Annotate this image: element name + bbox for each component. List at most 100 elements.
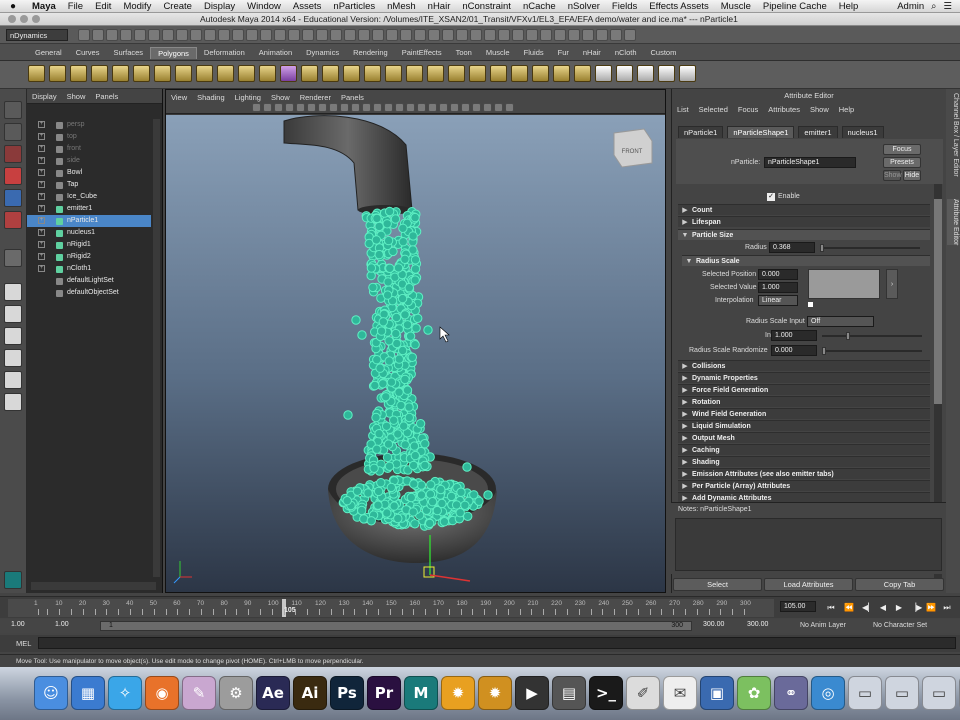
viewport-toolbar-icon[interactable] (362, 103, 371, 112)
viewport-toolbar-icon[interactable] (318, 103, 327, 112)
anim-layer-menu[interactable]: No Anim Layer (800, 622, 846, 629)
outliner-horizontal-scrollbar[interactable] (31, 582, 156, 590)
section-radius-scale[interactable]: ▼ Radius Scale (682, 255, 930, 266)
scene-view[interactable]: FRONT (166, 115, 665, 592)
shelf-tab-fur[interactable]: Fur (551, 47, 576, 59)
status-tool-icon[interactable] (218, 29, 230, 41)
outliner-item-tap[interactable]: + Tap (27, 179, 151, 191)
play-backward-icon[interactable]: ◀ (878, 603, 888, 612)
viewport-toolbar-icon[interactable] (439, 103, 448, 112)
shelf-polygon-tool-icon[interactable] (154, 65, 171, 82)
textedit-icon[interactable]: ✉ (663, 676, 697, 710)
status-tool-icon[interactable] (610, 29, 622, 41)
status-tool-icon[interactable] (372, 29, 384, 41)
shelf-polygon-tool-icon[interactable] (616, 65, 633, 82)
shelf-polygon-tool-icon[interactable] (28, 65, 45, 82)
expand-icon[interactable]: + (38, 181, 45, 188)
shelf-tab-rendering[interactable]: Rendering (346, 47, 395, 59)
viewport-toolbar-icon[interactable] (494, 103, 503, 112)
mel-label[interactable]: MEL (16, 639, 31, 648)
status-tool-icon[interactable] (232, 29, 244, 41)
status-tool-icon[interactable] (554, 29, 566, 41)
mac-menu-nhair[interactable]: nHair (422, 1, 457, 12)
status-tool-icon[interactable] (330, 29, 342, 41)
shelf-polygon-tool-icon[interactable] (280, 65, 297, 82)
rotate-tool-icon[interactable] (4, 189, 22, 207)
apple-icon[interactable]: ● (0, 1, 26, 12)
shelf-tab-polygons[interactable]: Polygons (150, 47, 197, 59)
node-tab-nparticleshape1[interactable]: nParticleShape1 (727, 126, 795, 138)
range-bar[interactable]: 1 300 (100, 621, 692, 631)
spotlight-icon[interactable]: ⌕ (931, 1, 936, 12)
node-tab-nucleus1[interactable]: nucleus1 (841, 126, 884, 138)
ae-menu-attributes[interactable]: Attributes (763, 105, 805, 114)
nuke-x-icon[interactable]: ✹ (478, 676, 512, 710)
layout-graph-icon[interactable] (4, 371, 22, 389)
shelf-polygon-tool-icon[interactable] (427, 65, 444, 82)
outliner-menu-panels[interactable]: Panels (90, 92, 123, 101)
status-tool-icon[interactable] (442, 29, 454, 41)
list-icon[interactable]: ☰ (943, 1, 952, 12)
radius-field[interactable]: 0.368 (769, 242, 815, 253)
select-tool-icon[interactable] (4, 101, 22, 119)
viewport-menu-panels[interactable]: Panels (336, 93, 369, 102)
status-tool-icon[interactable] (260, 29, 272, 41)
anim-end-field[interactable]: 300.00 (744, 620, 784, 631)
lasso-tool-icon[interactable] (4, 123, 22, 141)
status-tool-icon[interactable] (512, 29, 524, 41)
playback-end-field[interactable]: 300.00 (700, 620, 740, 631)
shelf-polygon-tool-icon[interactable] (301, 65, 318, 82)
ramp-expand-button[interactable]: › (886, 269, 898, 299)
shelf-polygon-tool-icon[interactable] (595, 65, 612, 82)
status-tool-icon[interactable] (540, 29, 552, 41)
section-wind-field-generation[interactable]: ▶ Wind Field Generation (678, 408, 930, 419)
ramp-handle[interactable] (808, 302, 813, 307)
folder-icon[interactable]: ▭ (922, 676, 956, 710)
outliner-menu-show[interactable]: Show (62, 92, 91, 101)
layout-four-icon[interactable] (4, 305, 22, 323)
viewport-menu-shading[interactable]: Shading (192, 93, 230, 102)
shelf-polygon-tool-icon[interactable] (364, 65, 381, 82)
shelf-polygon-tool-icon[interactable] (217, 65, 234, 82)
section-emission-attributes-see-also-emitter-tabs[interactable]: ▶ Emission Attributes (see also emitter t… (678, 468, 930, 479)
outliner-menu-display[interactable]: Display (27, 92, 62, 101)
preview-icon[interactable]: ✎ (182, 676, 216, 710)
shelf-tab-ncloth[interactable]: nCloth (608, 47, 644, 59)
documents-icon[interactable]: ▭ (885, 676, 919, 710)
mac-menu-window[interactable]: Window (241, 1, 287, 12)
mac-menu-nsolver[interactable]: nSolver (562, 1, 606, 12)
layout-outliner-icon[interactable] (4, 349, 22, 367)
step-forward-key-icon[interactable]: ⏩ (926, 603, 936, 612)
firefox-icon[interactable]: ◉ (145, 676, 179, 710)
downloads-icon[interactable]: ▭ (848, 676, 882, 710)
status-tool-icon[interactable] (274, 29, 286, 41)
outliner-item-nrigid1[interactable]: + nRigid1 (27, 239, 151, 251)
shelf-polygon-tool-icon[interactable] (112, 65, 129, 82)
premiere-icon[interactable]: Pr (367, 676, 401, 710)
layout-two-icon[interactable] (4, 327, 22, 345)
outliner-item-defaultlightset[interactable]: defaultLightSet (27, 275, 151, 287)
mac-menu-muscle[interactable]: Muscle (715, 1, 757, 12)
outliner-item-bowl[interactable]: + Bowl (27, 167, 151, 179)
attribute-editor-tab[interactable]: Attribute Editor (947, 199, 959, 246)
final-cut-icon[interactable]: ▶ (515, 676, 549, 710)
ae-menu-show[interactable]: Show (805, 105, 834, 114)
layout-hypershade-icon[interactable] (4, 393, 22, 411)
binoculars-icon[interactable]: ⚭ (774, 676, 808, 710)
shelf-polygon-tool-icon[interactable] (658, 65, 675, 82)
input-max-slider[interactable] (822, 332, 922, 340)
section-per-particle-array-attributes[interactable]: ▶ Per Particle (Array) Attributes (678, 480, 930, 491)
go-to-end-icon[interactable]: ⏭ (942, 603, 952, 612)
section-particle-size[interactable]: ▼ Particle Size (678, 229, 930, 240)
outliner-item-emitter1[interactable]: + emitter1 (27, 203, 151, 215)
outliner-item-nrigid2[interactable]: + nRigid2 (27, 251, 151, 263)
section-collisions[interactable]: ▶ Collisions (678, 360, 930, 371)
shelf-polygon-tool-icon[interactable] (91, 65, 108, 82)
status-tool-icon[interactable] (162, 29, 174, 41)
section-count[interactable]: ▶ Count (678, 204, 930, 215)
section-caching[interactable]: ▶ Caching (678, 444, 930, 455)
viewport-menu-renderer[interactable]: Renderer (295, 93, 336, 102)
shelf-polygon-tool-icon[interactable] (532, 65, 549, 82)
anim-start-field[interactable]: 1.00 (8, 620, 48, 631)
shelf-polygon-tool-icon[interactable] (322, 65, 339, 82)
